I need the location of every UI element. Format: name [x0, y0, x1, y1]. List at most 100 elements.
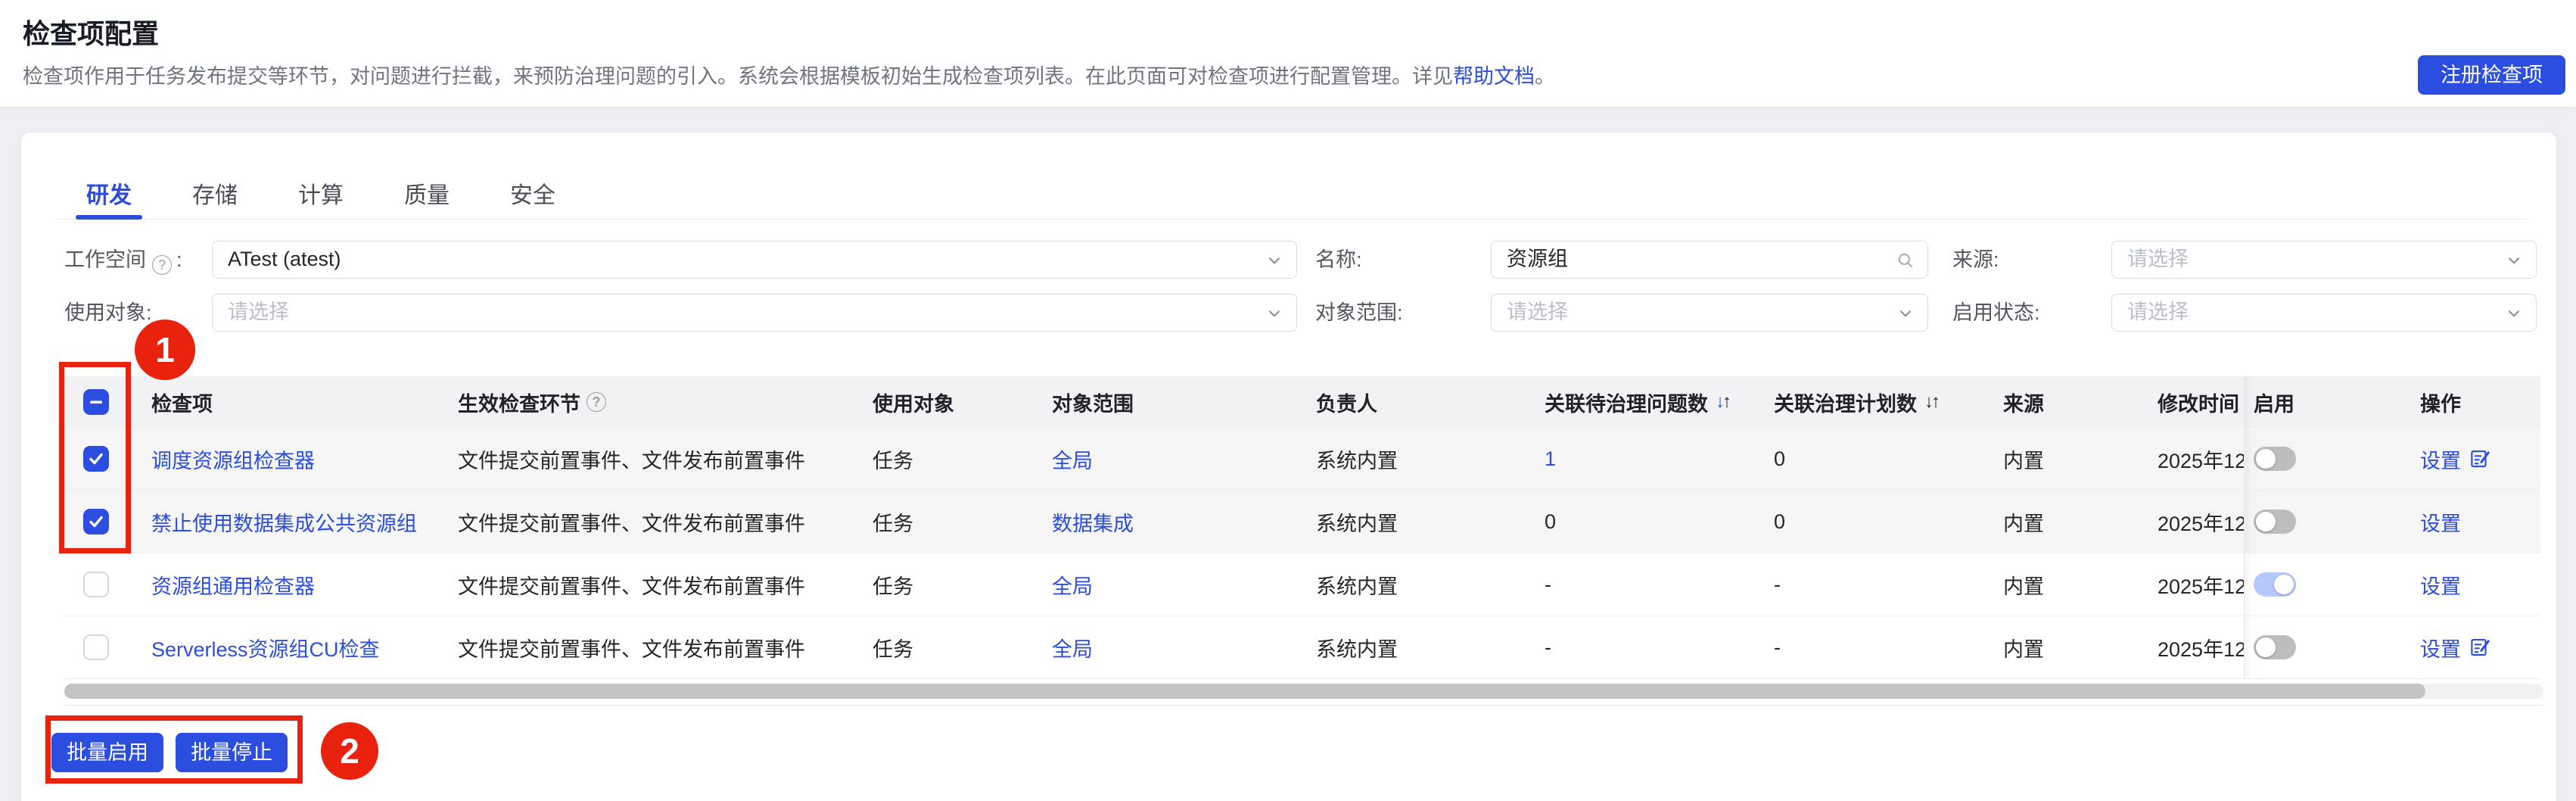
issues-count-link[interactable]: 1: [1545, 447, 1556, 471]
settings-link[interactable]: 设置: [2420, 633, 2461, 662]
annotation-step-2: 2: [321, 722, 378, 780]
cell-name: 调度资源组检查器: [151, 428, 458, 490]
cell-issues: -: [1545, 635, 1551, 659]
column-header-label: 对象范围: [1052, 392, 1134, 416]
cell-owner: 系统内置: [1316, 449, 1398, 472]
cell-plans: -: [1774, 572, 1781, 596]
column-header-enabled: 启用: [2244, 376, 2406, 428]
tab-security[interactable]: 安全: [510, 166, 555, 220]
settings-link[interactable]: 设置: [2420, 570, 2461, 600]
sort-arrows-icon[interactable]: ↓ ↑: [1716, 391, 1731, 413]
cell-select: [64, 553, 151, 616]
cell-plans: 0: [1774, 510, 1786, 533]
tab-quality[interactable]: 质量: [404, 166, 450, 220]
cell-enabled: [2244, 553, 2406, 616]
table-bottom-border: [64, 705, 2543, 706]
sort-desc-icon[interactable]: ↓: [1716, 391, 1725, 413]
settings-link[interactable]: 设置: [2420, 507, 2461, 537]
column-header-owner: 负责人: [1316, 376, 1545, 428]
enable-toggle[interactable]: [2254, 447, 2296, 471]
sort-arrows-icon[interactable]: ↓ ↑: [1924, 391, 1940, 413]
chevron-down-icon: [1268, 310, 1280, 317]
chevron-down-icon: [2508, 310, 2520, 317]
sort-desc-icon[interactable]: ↓: [1924, 391, 1934, 413]
cell-source: 内置: [2003, 575, 2044, 598]
cell-select: [64, 616, 151, 678]
enable-toggle[interactable]: [2254, 635, 2296, 659]
tab-compute[interactable]: 计算: [298, 166, 344, 220]
scope-link[interactable]: 全局: [1052, 633, 1093, 662]
sort-asc-icon[interactable]: ↑: [1722, 391, 1731, 413]
cell-target: 任务: [873, 449, 913, 472]
scope-link[interactable]: 全局: [1052, 444, 1093, 474]
workspace-select[interactable]: ATest (atest): [212, 241, 1297, 279]
annotation-step-1: 1: [135, 319, 195, 380]
document-edit-icon[interactable]: [2469, 447, 2491, 470]
column-header-label: 修改时间: [2158, 392, 2239, 416]
cell-actions: 设置: [2406, 491, 2540, 553]
page-description-suffix: 。: [1535, 65, 1555, 88]
cell-modified: 2025年12月: [2158, 449, 2244, 472]
settings-link[interactable]: 设置: [2420, 444, 2461, 474]
tabs-divider: [58, 219, 2526, 220]
check-item-name-link[interactable]: 调度资源组检查器: [151, 444, 315, 474]
column-header-label: 操作: [2420, 392, 2461, 416]
cell-stages: 文件提交前置事件、文件发布前置事件: [458, 637, 805, 661]
page-header: 检查项配置 检查项作用于任务发布提交等环节，对问题进行拦截，来预防治理问题的引入…: [0, 0, 2576, 108]
register-check-item-button[interactable]: 注册检查项: [2418, 55, 2565, 95]
scope-link[interactable]: 全局: [1052, 570, 1093, 600]
target-select[interactable]: 请选择: [212, 294, 1297, 332]
chevron-down-icon: [1899, 310, 1912, 317]
cell-name: 资源组通用检查器: [151, 553, 458, 616]
column-header-label: 关联治理计划数: [1774, 392, 1917, 416]
enable-toggle[interactable]: [2254, 572, 2296, 597]
status-select[interactable]: 请选择: [2111, 294, 2537, 332]
sort-asc-icon[interactable]: ↑: [1931, 391, 1940, 413]
check-item-name-link[interactable]: 禁止使用数据集成公共资源组: [151, 507, 417, 537]
annotation-rect-checkbox-column: [59, 362, 131, 553]
cell-actions: 设置: [2406, 616, 2540, 678]
row-checkbox[interactable]: [83, 572, 109, 597]
scope-label: 对象范围:: [1315, 301, 1403, 324]
cell-scope: 全局: [1052, 428, 1316, 490]
cell-actions: 设置: [2406, 428, 2540, 490]
scope-select[interactable]: 请选择: [1491, 294, 1928, 332]
row-checkbox[interactable]: [83, 634, 109, 660]
cell-owner: 系统内置: [1316, 637, 1398, 661]
cell-enabled: [2244, 491, 2406, 553]
chevron-down-icon: [2508, 257, 2520, 264]
workspace-label: 工作空间?:: [64, 241, 182, 279]
horizontal-scrollbar-track: [64, 684, 2543, 699]
name-search-input[interactable]: 资源组: [1491, 241, 1928, 279]
column-header-stages: 生效检查环节?: [458, 376, 873, 428]
cell-enabled: [2244, 616, 2406, 678]
tab-storage[interactable]: 存储: [192, 166, 238, 220]
page-description-text: 检查项作用于任务发布提交等环节，对问题进行拦截，来预防治理问题的引入。系统会根据…: [23, 65, 1453, 88]
cell-issues: 0: [1545, 510, 1557, 533]
source-select[interactable]: 请选择: [2111, 241, 2537, 279]
cell-stages: 文件提交前置事件、文件发布前置事件: [458, 512, 805, 535]
column-header-actions: 操作: [2406, 376, 2540, 428]
main-card: 研发 存储 计算 质量 安全 工作空间?: ATest (atest) 名称: …: [21, 132, 2556, 801]
status-label: 启用状态:: [1952, 301, 2040, 324]
cell-actions: 设置: [2406, 553, 2540, 616]
table-row: Serverless资源组CU检查 文件提交前置事件、文件发布前置事件 任务 全局 系统…: [64, 616, 2540, 679]
column-header-name: 检查项: [151, 376, 458, 428]
horizontal-scrollbar-thumb[interactable]: [64, 684, 2425, 699]
scope-link[interactable]: 数据集成: [1052, 507, 1134, 537]
cell-name: Serverless资源组CU检查: [151, 616, 458, 678]
document-edit-icon[interactable]: [2469, 636, 2491, 659]
check-item-name-link[interactable]: Serverless资源组CU检查: [151, 633, 380, 662]
help-doc-link[interactable]: 帮助文档: [1453, 65, 1535, 88]
target-label: 使用对象:: [64, 301, 152, 324]
column-header-modified: 修改时间: [2158, 376, 2244, 428]
cell-name: 禁止使用数据集成公共资源组: [151, 491, 458, 553]
name-label: 名称:: [1315, 248, 1362, 271]
question-circle-icon: ?: [586, 392, 606, 412]
check-item-name-link[interactable]: 资源组通用检查器: [151, 570, 315, 600]
enable-toggle[interactable]: [2254, 510, 2296, 534]
column-header-label: 来源: [2003, 392, 2044, 416]
cell-source: 内置: [2003, 449, 2044, 472]
cell-plans: 0: [1774, 447, 1786, 470]
tab-dev[interactable]: 研发: [86, 166, 132, 220]
